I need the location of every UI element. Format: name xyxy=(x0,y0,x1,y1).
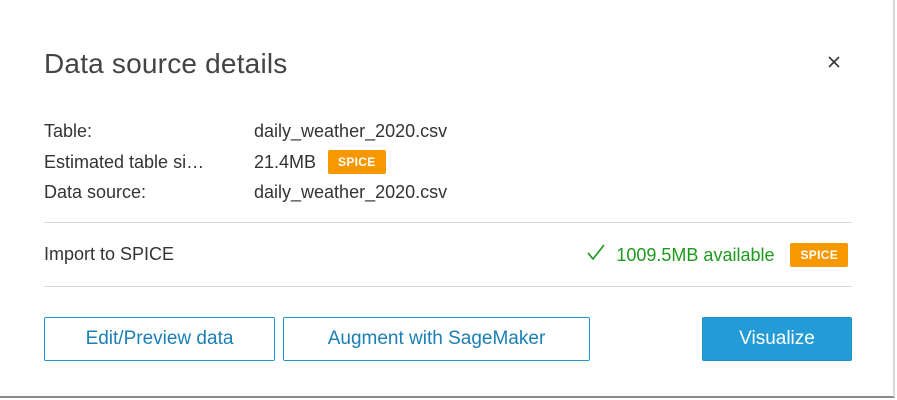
divider-bottom xyxy=(44,286,852,287)
spice-badge-import: SPICE xyxy=(790,243,848,267)
divider-top xyxy=(44,222,852,223)
close-icon xyxy=(828,56,840,68)
spice-available-amount: 1009.5MB available xyxy=(616,245,775,265)
check-icon xyxy=(586,242,606,268)
data-source-value: daily_weather_2020.csv xyxy=(254,182,448,202)
table-value: daily_weather_2020.csv xyxy=(254,121,448,141)
close-button[interactable] xyxy=(822,50,846,74)
augment-with-sagemaker-button[interactable]: Augment with SageMaker xyxy=(283,317,590,361)
edit-preview-data-button[interactable]: Edit/Preview data xyxy=(44,317,275,361)
estimated-size-value-group: 21.4MB SPICE xyxy=(254,150,386,174)
spice-availability: 1009.5MB available SPICE xyxy=(586,242,848,268)
visualize-button[interactable]: Visualize xyxy=(702,317,852,361)
estimated-size-value: 21.4MB xyxy=(254,152,317,172)
data-source-label: Data source: xyxy=(44,182,147,202)
dialog-title: Data source details xyxy=(44,48,288,79)
spice-badge: SPICE xyxy=(328,150,386,174)
data-source-details-dialog: Data source details Table: daily_weather… xyxy=(0,0,895,398)
table-label: Table: xyxy=(44,121,93,141)
import-to-spice-label: Import to SPICE xyxy=(44,244,175,264)
estimated-size-label: Estimated table si… xyxy=(44,152,205,172)
